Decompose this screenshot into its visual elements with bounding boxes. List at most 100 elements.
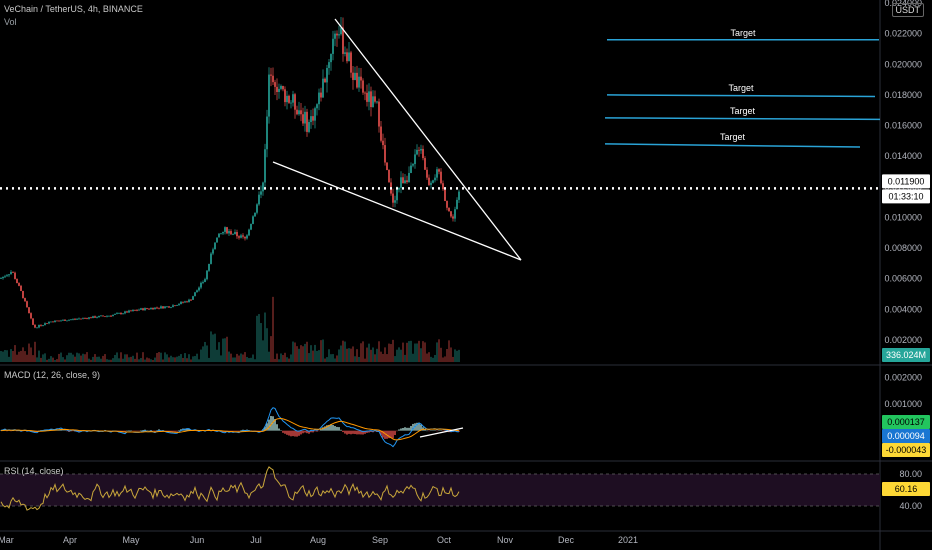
volume-bar: [278, 359, 280, 362]
candle-body: [360, 76, 362, 81]
volume-bar: [378, 341, 380, 362]
candle-body: [148, 308, 150, 310]
rsi-label: RSI (14, close): [4, 466, 64, 476]
candle-body: [196, 290, 198, 293]
macd-histogram-bar: [438, 430, 440, 431]
volume-bar: [136, 352, 138, 362]
candle-body: [74, 318, 76, 320]
volume-bar: [48, 358, 50, 362]
volume-bar: [416, 343, 418, 362]
time-tick-label: Jul: [250, 535, 262, 545]
volume-bar: [42, 354, 44, 362]
candle-body: [340, 27, 342, 35]
candle-body: [288, 95, 290, 103]
candle-body: [102, 315, 104, 317]
volume-bar: [114, 354, 116, 362]
volume-bar: [276, 353, 278, 362]
candle-body: [26, 301, 28, 308]
candle-body: [348, 52, 350, 62]
price-tick-label: 0.018000: [884, 90, 922, 100]
macd-histogram-bar: [178, 430, 180, 431]
volume-bar: [168, 357, 170, 362]
volume-bar: [316, 350, 318, 362]
volume-bar: [22, 347, 24, 362]
macd-value-badge: 0.000137: [887, 417, 925, 427]
candle-body: [128, 310, 130, 313]
candle-body: [442, 183, 444, 190]
currency-button[interactable]: USDT: [891, 3, 924, 17]
macd-histogram-bar: [126, 430, 128, 432]
candle-body: [226, 227, 228, 234]
candle-body: [268, 74, 270, 117]
candle-body: [454, 209, 456, 219]
candle-body: [392, 193, 394, 203]
chart-canvas[interactable]: 0.0240000.0220000.0200000.0180000.016000…: [0, 0, 932, 550]
macd-histogram-bar: [358, 430, 360, 435]
candle-body: [458, 191, 460, 200]
volume-bar: [84, 354, 86, 362]
candle-body: [60, 320, 62, 322]
volume-bar: [238, 355, 240, 362]
volume-bar: [120, 352, 122, 362]
macd-histogram-bar: [342, 430, 344, 433]
volume-bar: [222, 338, 224, 362]
candle-body: [318, 92, 320, 105]
volume-bar: [54, 359, 56, 362]
candle-body: [104, 316, 106, 318]
candle-body: [202, 281, 204, 283]
volume-bar: [92, 356, 94, 362]
candle-body: [276, 86, 278, 93]
macd-histogram-bar: [398, 429, 400, 431]
volume-bar: [408, 341, 410, 362]
volume-bar: [350, 348, 352, 362]
volume-bar: [364, 358, 366, 362]
volume-bar: [122, 358, 124, 362]
macd-histogram-bar: [406, 427, 408, 431]
candle-body: [240, 235, 242, 238]
volume-bar: [448, 340, 450, 362]
candle-body: [24, 298, 26, 302]
candle-body: [354, 72, 356, 80]
candle-body: [356, 72, 358, 88]
candle-body: [172, 305, 174, 308]
volume-bar: [418, 340, 420, 362]
candle-body: [174, 305, 176, 307]
macd-histogram-bar: [436, 430, 438, 432]
candle-body: [36, 327, 38, 329]
candle-body: [224, 227, 226, 232]
candle-body: [332, 38, 334, 54]
volume-bar: [6, 350, 8, 362]
volume-bar: [258, 314, 260, 362]
time-tick-label: 2021: [618, 535, 638, 545]
macd-histogram-bar: [400, 428, 402, 431]
volume-bar: [16, 354, 18, 362]
candle-body: [262, 182, 264, 192]
candle-body: [374, 96, 376, 102]
volume-bar: [56, 359, 58, 362]
candle-body: [110, 315, 112, 317]
volume-bar: [0, 351, 2, 362]
volume-bar: [152, 359, 154, 362]
candle-body: [14, 272, 16, 279]
candle-body: [48, 321, 50, 324]
signal-line: [0, 418, 460, 441]
candle-body: [310, 116, 312, 123]
volume-bar: [4, 350, 6, 362]
candle-body: [264, 149, 266, 183]
volume-bar: [58, 353, 60, 362]
candle-body: [270, 74, 272, 76]
candle-body: [416, 149, 418, 155]
macd-histogram-bar: [350, 430, 352, 435]
macd-histogram-bar: [348, 430, 350, 434]
candle-body: [182, 301, 184, 303]
volume-bar: [50, 356, 52, 362]
macd-line: [0, 407, 460, 448]
macd-label: MACD (12, 26, close, 9): [4, 370, 101, 380]
macd-histogram-bar: [10, 430, 12, 432]
candle-body: [298, 110, 300, 115]
candle-body: [76, 318, 78, 320]
candle-body: [420, 148, 422, 151]
volume-bar: [226, 336, 228, 362]
macd-histogram-bar: [394, 430, 396, 436]
symbol-title: VeChain / TetherUS, 4h, BINANCE: [4, 4, 143, 14]
